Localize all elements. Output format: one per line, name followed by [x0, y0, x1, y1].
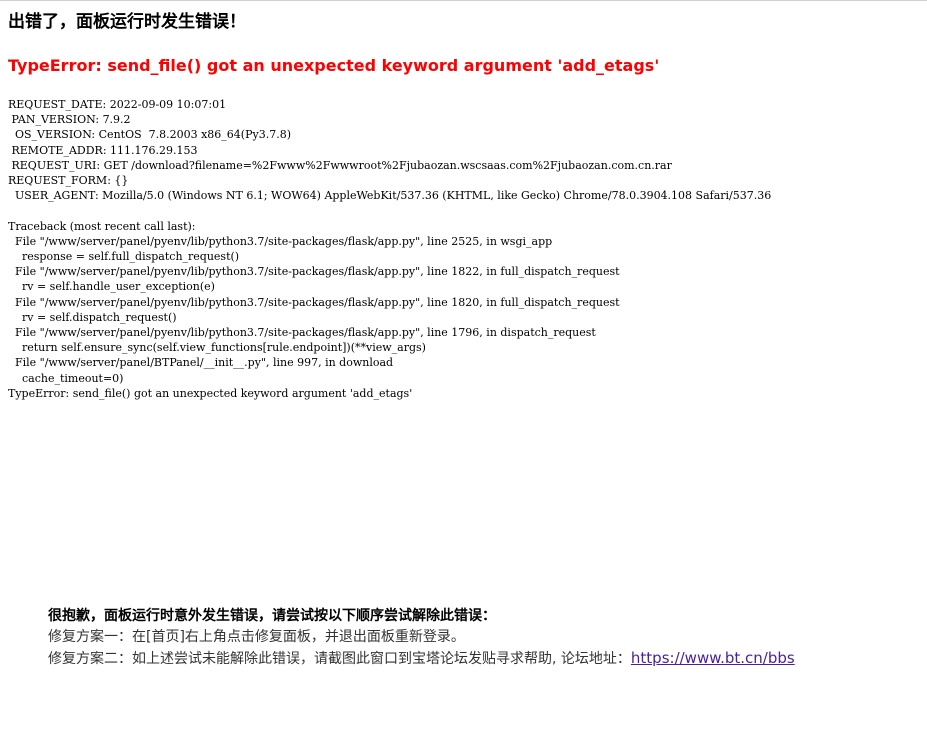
traceback-line: File "/www/server/panel/pyenv/lib/python…	[8, 295, 620, 309]
remote-addr-row: REMOTE_ADDR: 111.176.29.153	[8, 143, 198, 157]
remote-addr-value: 111.176.29.153	[110, 143, 198, 157]
request-uri-row: REQUEST_URI: GET /download?filename=%2Fw…	[8, 158, 672, 172]
os-version-row: OS_VERSION: CentOS 7.8.2003 x86_64(Py3.7…	[8, 128, 291, 141]
traceback-line: cache_timeout=0)	[8, 371, 124, 385]
traceback-line: return self.ensure_sync(self.view_functi…	[8, 341, 426, 355]
panel-version-value: 7.9.2	[102, 113, 131, 127]
page-title: 出错了，面板运行时发生错误！	[8, 12, 246, 32]
fix-option-2: 修复方案二：如上述尝试未能解除此错误，请截图此窗口到宝塔论坛发贴寻求帮助, 论坛…	[48, 648, 795, 670]
request-form-value: {}	[114, 174, 129, 188]
request-form-row: REQUEST_FORM: {}	[8, 174, 128, 187]
traceback-header: Traceback (most recent call last):	[8, 219, 196, 233]
request-uri-label: REQUEST_URI:	[8, 158, 101, 172]
request-date-value: 2022-09-09 10:07:01	[109, 98, 227, 111]
forum-link[interactable]: https://www.bt.cn/bbs	[631, 649, 795, 667]
os-version-label: OS_VERSION:	[8, 128, 96, 142]
request-date-row: REQUEST_DATE: 2022-09-09 10:07:01	[8, 98, 226, 111]
page-top-border	[0, 0, 927, 1]
request-form-label: REQUEST_FORM:	[8, 174, 111, 188]
traceback-line: File "/www/server/panel/pyenv/lib/python…	[8, 234, 553, 248]
fix-option-2-text: 修复方案二：如上述尝试未能解除此错误，请截图此窗口到宝塔论坛发贴寻求帮助, 论坛…	[48, 651, 631, 667]
user-agent-label: USER_AGENT:	[8, 189, 99, 203]
panel-version-row: PAN_VERSION: 7.9.2	[8, 113, 131, 127]
help-section: 很抱歉，面板运行时意外发生错误，请尝试按以下顺序尝试解除此错误： 修复方案一：在…	[48, 606, 795, 670]
os-version-value: CentOS 7.8.2003 x86_64(Py3.7.8)	[98, 128, 291, 142]
request-info-block: REQUEST_DATE: 2022-09-09 10:07:01 PAN_VE…	[8, 98, 771, 202]
traceback-line: rv = self.dispatch_request()	[8, 310, 177, 324]
traceback-final-error: TypeError: send_file() got an unexpected…	[8, 386, 413, 400]
request-date-label: REQUEST_DATE:	[8, 98, 107, 111]
debug-output: REQUEST_DATE: 2022-09-09 10:07:01 PAN_VE…	[8, 97, 771, 401]
traceback-line: response = self.full_dispatch_request()	[8, 250, 240, 264]
help-title: 很抱歉，面板运行时意外发生错误，请尝试按以下顺序尝试解除此错误：	[48, 608, 496, 624]
traceback-line: File "/www/server/panel/pyenv/lib/python…	[8, 265, 620, 279]
request-uri-value: GET /download?filename=%2Fwww%2Fwwwroot%…	[103, 158, 672, 172]
traceback-line: rv = self.handle_user_exception(e)	[8, 280, 215, 294]
traceback-line: File "/www/server/panel/pyenv/lib/python…	[8, 326, 596, 340]
user-agent-value: Mozilla/5.0 (Windows NT 6.1; WOW64) Appl…	[102, 189, 772, 203]
user-agent-row: USER_AGENT: Mozilla/5.0 (Windows NT 6.1;…	[8, 189, 771, 202]
error-heading: TypeError: send_file() got an unexpected…	[8, 56, 660, 75]
panel-version-label: PAN_VERSION:	[8, 113, 100, 127]
remote-addr-label: REMOTE_ADDR:	[8, 143, 107, 157]
fix-option-1: 修复方案一：在[首页]右上角点击修复面板，并退出面板重新登录。	[48, 629, 465, 645]
traceback-block: Traceback (most recent call last): File …	[8, 220, 620, 400]
traceback-line: File "/www/server/panel/BTPanel/__init__…	[8, 356, 394, 370]
